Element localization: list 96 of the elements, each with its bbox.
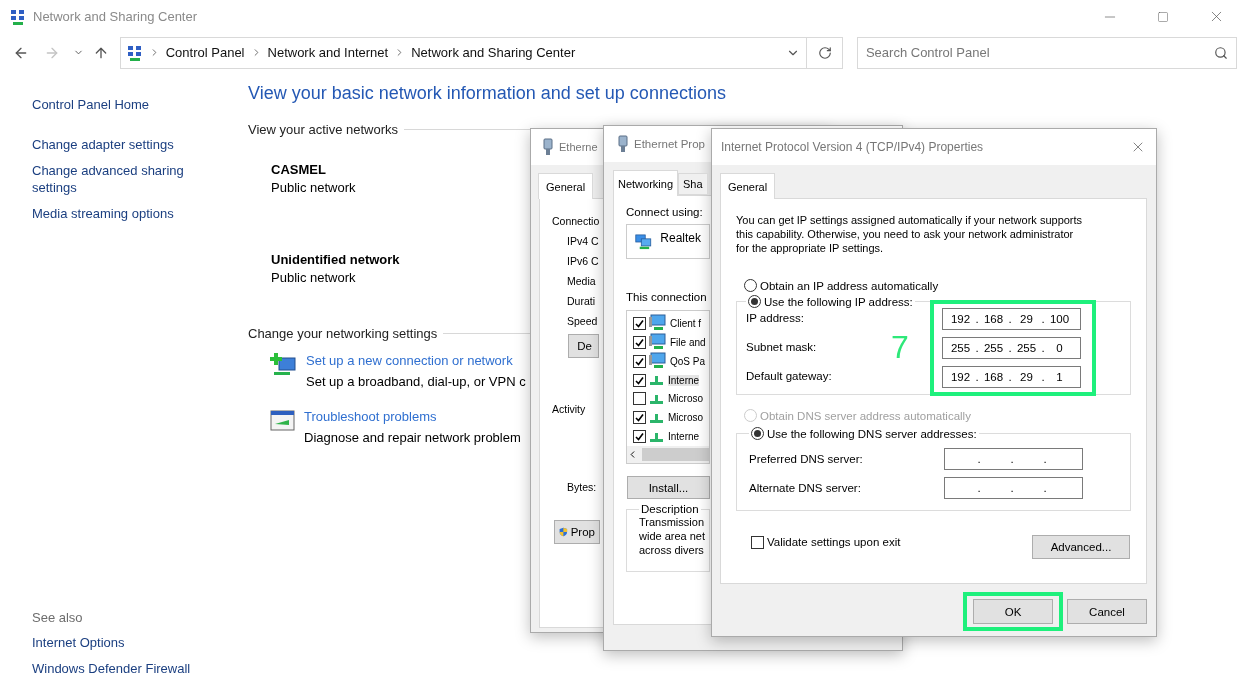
cancel-button[interactable]: Cancel — [1067, 599, 1147, 624]
network-protocol-icon — [649, 411, 665, 424]
radio-option[interactable]: Use the following DNS server addresses: — [751, 427, 977, 440]
component-item[interactable]: File and — [670, 336, 706, 348]
computer-icon — [649, 333, 667, 352]
network-protocol-icon — [649, 430, 665, 443]
window-title: Internet Protocol Version 4 (TCP/IPv4) Properties — [721, 140, 984, 154]
checkbox-option[interactable]: Validate settings upon exit — [751, 535, 901, 549]
address-bar[interactable]: Control Panel Network and Internet Network and Sharing Center — [119, 36, 808, 69]
computer-icon — [649, 314, 667, 333]
section-heading: Change your networking settings — [248, 326, 438, 341]
sidebar-link[interactable]: Internet Options — [32, 634, 202, 651]
network-type: Public network — [271, 180, 356, 195]
network-protocol-icon — [649, 374, 665, 387]
horizontal-scrollbar[interactable] — [627, 446, 709, 463]
tab[interactable]: General — [538, 173, 594, 199]
field-label: Speed — [567, 315, 598, 327]
adapter-name: Realtek — [660, 231, 701, 245]
ip-field[interactable]: 192 . 168 . 29 . 100 — [942, 308, 1081, 330]
breadcrumb[interactable]: Network and Sharing Center — [411, 45, 576, 60]
field-label: Default gateway: — [746, 370, 833, 382]
sidebar-link[interactable]: Change advanced sharing settings — [32, 162, 202, 196]
network-protocol-icon — [649, 392, 665, 405]
search-field[interactable]: Search Control Panel — [856, 36, 1237, 69]
section-label: Activity — [552, 403, 586, 415]
tab[interactable]: Networking — [613, 170, 679, 196]
window-title: Etherne — [559, 141, 598, 153]
ethernet-plug-icon — [618, 135, 628, 153]
checkbox[interactable] — [633, 335, 646, 349]
install-button[interactable]: Install... — [627, 476, 710, 499]
intro-text: You can get IP settings assigned automatically if your network supports this capability. Otherwise, you need to ask your network administrator for the appropriate IP settings. — [736, 213, 1083, 255]
checkbox[interactable] — [633, 373, 646, 387]
search-icon[interactable] — [1214, 45, 1228, 60]
field-label: Durati — [567, 295, 595, 307]
field-label: Bytes: — [567, 481, 597, 493]
radio-option[interactable]: Use the following IP address: — [748, 295, 913, 308]
section-label: Connectio — [552, 215, 600, 227]
sidebar-link[interactable]: Media streaming options — [32, 205, 202, 222]
network-adapter-icon — [635, 231, 653, 252]
ip-field[interactable]: 192 . 168 . 29 . 1 — [942, 366, 1081, 388]
component-item[interactable]: Client f — [670, 317, 702, 329]
field-label: IPv4 C — [567, 235, 599, 247]
see-also-heading: See also — [32, 610, 84, 625]
breadcrumb[interactable]: Control Panel — [165, 45, 245, 60]
tab[interactable]: General — [720, 173, 776, 199]
field-label: Media — [567, 275, 596, 287]
component-item[interactable]: Interne — [668, 374, 700, 386]
group-legend: Description — [641, 503, 699, 515]
radio-option[interactable]: Obtain an IP address automatically — [744, 279, 1131, 292]
network-name: Unidentified network — [271, 252, 400, 267]
advanced-button[interactable]: Advanced... — [1032, 535, 1130, 559]
task-link[interactable]: Set up a new connection or network — [306, 353, 513, 368]
refresh-icon[interactable] — [817, 45, 832, 60]
task-description: Set up a broadband, dial-up, or VPN c — [306, 374, 526, 389]
details-button[interactable]: De — [568, 334, 599, 358]
ip-field[interactable]: . . . — [944, 447, 1083, 470]
checkbox[interactable] — [633, 354, 646, 368]
checkbox[interactable] — [633, 411, 646, 425]
component-item[interactable]: Interne — [668, 431, 700, 443]
ip-field[interactable]: . . . — [944, 476, 1083, 499]
sidebar-link[interactable]: Windows Defender Firewall — [32, 660, 202, 677]
checkbox[interactable] — [633, 316, 646, 330]
window-title: Ethernet Prop — [634, 138, 705, 150]
section-heading: View your active networks — [248, 122, 399, 137]
sidebar-link[interactable]: Control Panel Home — [32, 96, 202, 113]
breadcrumb[interactable]: Network and Internet — [267, 45, 389, 60]
network-type: Public network — [271, 270, 356, 285]
field-label: Subnet mask: — [746, 341, 818, 353]
window-title: Network and Sharing Center — [33, 9, 199, 24]
task-link[interactable]: Troubleshoot problems — [304, 409, 437, 424]
connect-using-label: Connect using: — [626, 206, 703, 218]
tab[interactable]: Sha — [678, 173, 708, 195]
checkbox[interactable] — [633, 430, 646, 444]
network-icon — [10, 8, 26, 25]
field-label: Alternate DNS server: — [749, 481, 862, 494]
task-description: Diagnose and repair network problem — [304, 430, 521, 445]
network-icon — [126, 44, 143, 61]
components-label: This connection — [626, 291, 707, 303]
component-item[interactable]: Microso — [668, 412, 703, 424]
checkbox[interactable] — [633, 392, 646, 406]
component-item[interactable]: QoS Pa — [670, 355, 706, 367]
ethernet-plug-icon — [543, 138, 553, 156]
field-label: IP address: — [746, 312, 805, 324]
properties-button[interactable]: Prop — [554, 520, 600, 544]
computer-icon — [649, 352, 667, 371]
step-number: 7 — [890, 328, 910, 366]
field-label: IPv6 C — [567, 255, 599, 267]
network-name: CASMEL — [271, 162, 326, 177]
component-item[interactable]: Microso — [668, 393, 703, 405]
troubleshoot-icon — [270, 409, 296, 433]
description-text: Transmission wide area net across divers — [639, 515, 706, 557]
sidebar-link[interactable]: Change adapter settings — [32, 136, 202, 153]
ok-button[interactable]: OK — [973, 599, 1053, 624]
ip-field[interactable]: 255 . 255 . 255 . 0 — [942, 337, 1081, 359]
field-label: Preferred DNS server: — [749, 452, 864, 465]
page-heading: View your basic network information and set up connections — [248, 83, 727, 104]
